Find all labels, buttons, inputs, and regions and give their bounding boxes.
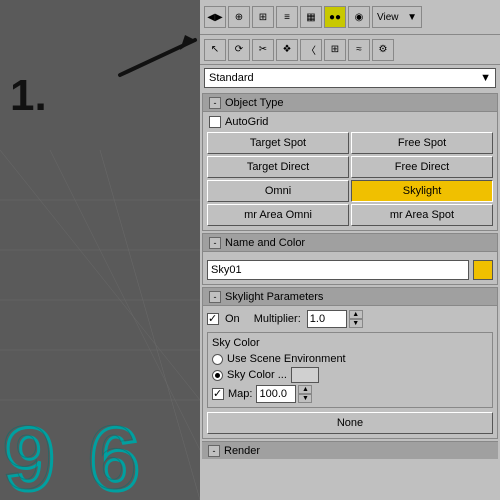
toolbar2-btn-2[interactable]: ⟳ [228, 39, 250, 61]
map-row: Map: ▲ ▼ [212, 385, 488, 403]
free-spot-btn[interactable]: Free Spot [351, 132, 493, 154]
toolbar-row2: ↖ ⟳ ✂ ❖ 〈 ⊞ ≈ ⚙ [200, 35, 500, 65]
dropdown-label: Standard [209, 72, 254, 84]
skylight-params-body: On Multiplier: ▲ ▼ Sky Color [203, 306, 497, 438]
target-direct-btn[interactable]: Target Direct [207, 156, 349, 178]
skylight-params-section: - Skylight Parameters On Multiplier: ▲ ▼ [202, 287, 498, 439]
mr-area-spot-btn[interactable]: mr Area Spot [351, 204, 493, 226]
right-panel: ◀▶ ⊕ ⊞ ≡ ▦ ●● ◉ View ▼ ↖ ⟳ ✂ ❖ 〈 ⊞ ≈ ⚙ S… [200, 0, 500, 500]
multiplier-input[interactable] [307, 310, 347, 328]
viewport-panel[interactable]: 1. 9 6 9 6 [0, 0, 200, 500]
name-color-row [207, 260, 493, 280]
none-button[interactable]: None [207, 412, 493, 434]
object-type-collapse-btn[interactable]: - [209, 97, 221, 109]
svg-text:6: 6 [87, 408, 137, 500]
view-label: View [377, 12, 399, 23]
toolbar-btn-2[interactable]: ⊕ [228, 6, 250, 28]
color-swatch[interactable] [473, 260, 493, 280]
sky-color-radio-row: Sky Color ... [212, 367, 488, 383]
use-scene-env-label: Use Scene Environment [227, 353, 346, 365]
skylight-params-header: - Skylight Parameters [203, 288, 497, 306]
name-input[interactable] [207, 260, 469, 280]
toolbar-btn-3[interactable]: ⊞ [252, 6, 274, 28]
multiplier-label: Multiplier: [254, 313, 301, 325]
multiplier-spinner: ▲ ▼ [307, 310, 363, 328]
toolbar-btn-6[interactable]: ●● [324, 6, 346, 28]
on-row: On Multiplier: ▲ ▼ [207, 310, 493, 328]
name-color-title: Name and Color [225, 237, 305, 249]
sky-color-swatch[interactable] [291, 367, 319, 383]
name-color-collapse-btn[interactable]: - [209, 237, 221, 249]
toolbar2-btn-6[interactable]: ⊞ [324, 39, 346, 61]
toolbar-btn-7[interactable]: ◉ [348, 6, 370, 28]
toolbar-btn-1[interactable]: ◀▶ [204, 6, 226, 28]
name-color-section: - Name and Color [202, 233, 498, 285]
render-header: - Render [202, 441, 498, 459]
omni-btn[interactable]: Omni [207, 180, 349, 202]
on-checkbox[interactable] [207, 313, 219, 325]
sky-color-title: Sky Color [212, 337, 488, 349]
map-checkbox[interactable] [212, 388, 224, 400]
toolbar2-btn-3[interactable]: ✂ [252, 39, 274, 61]
toolbar2-btn-5[interactable]: 〈 [300, 39, 322, 61]
toolbar2-btn-8[interactable]: ⚙ [372, 39, 394, 61]
name-color-body [203, 252, 497, 284]
standard-dropdown[interactable]: Standard ▼ [204, 68, 496, 88]
toolbar-btn-view[interactable]: View ▼ [372, 6, 422, 28]
free-direct-btn[interactable]: Free Direct [351, 156, 493, 178]
toolbar-row1: ◀▶ ⊕ ⊞ ≡ ▦ ●● ◉ View ▼ [200, 0, 500, 35]
sky-color-label: Sky Color ... [227, 369, 287, 381]
autogrid-checkbox[interactable] [209, 116, 221, 128]
map-spinner-up[interactable]: ▲ [298, 385, 312, 394]
skylight-params-collapse-btn[interactable]: - [209, 291, 221, 303]
map-spinner-arrows: ▲ ▼ [298, 385, 312, 403]
mr-area-omni-btn[interactable]: mr Area Omni [207, 204, 349, 226]
map-label: Map: [228, 388, 252, 400]
use-scene-env-radio[interactable] [212, 354, 223, 365]
toolbar2-btn-7[interactable]: ≈ [348, 39, 370, 61]
sky-color-group: Sky Color Use Scene Environment Sky Colo… [207, 332, 493, 408]
toolbar-btn-4[interactable]: ≡ [276, 6, 298, 28]
on-label: On [225, 313, 240, 325]
map-spinner-down[interactable]: ▼ [298, 394, 312, 403]
target-spot-btn[interactable]: Target Spot [207, 132, 349, 154]
object-type-section: - Object Type AutoGrid Target Spot Free … [202, 93, 498, 231]
use-scene-env-row: Use Scene Environment [212, 353, 488, 365]
sky-color-row: Sky Color ... [227, 367, 319, 383]
map-input[interactable] [256, 385, 296, 403]
autogrid-row: AutoGrid [207, 116, 493, 128]
render-collapse-btn[interactable]: - [208, 445, 220, 457]
sky-color-radio[interactable] [212, 370, 223, 381]
toolbar-btn-5[interactable]: ▦ [300, 6, 322, 28]
render-title: Render [224, 445, 260, 457]
name-color-header: - Name and Color [203, 234, 497, 252]
spinner-down[interactable]: ▼ [349, 319, 363, 328]
dropdown-arrow: ▼ [480, 72, 491, 84]
skylight-params-title: Skylight Parameters [225, 291, 323, 303]
main-content: - Object Type AutoGrid Target Spot Free … [200, 91, 500, 500]
skylight-btn[interactable]: Skylight [351, 180, 493, 202]
view-arrow: ▼ [407, 12, 417, 23]
object-type-button-grid: Target Spot Free Spot Target Direct Free… [207, 132, 493, 226]
svg-text:1.: 1. [10, 71, 47, 120]
spinner-arrows: ▲ ▼ [349, 310, 363, 328]
dropdown-row: Standard ▼ [200, 65, 500, 91]
spinner-up[interactable]: ▲ [349, 310, 363, 319]
autogrid-label: AutoGrid [225, 116, 268, 128]
map-spinner: ▲ ▼ [256, 385, 312, 403]
object-type-header: - Object Type [203, 94, 497, 112]
toolbar2-btn-4[interactable]: ❖ [276, 39, 298, 61]
object-type-title: Object Type [225, 97, 284, 109]
svg-text:9: 9 [2, 408, 52, 500]
object-type-body: AutoGrid Target Spot Free Spot Target Di… [203, 112, 497, 230]
toolbar2-btn-1[interactable]: ↖ [204, 39, 226, 61]
